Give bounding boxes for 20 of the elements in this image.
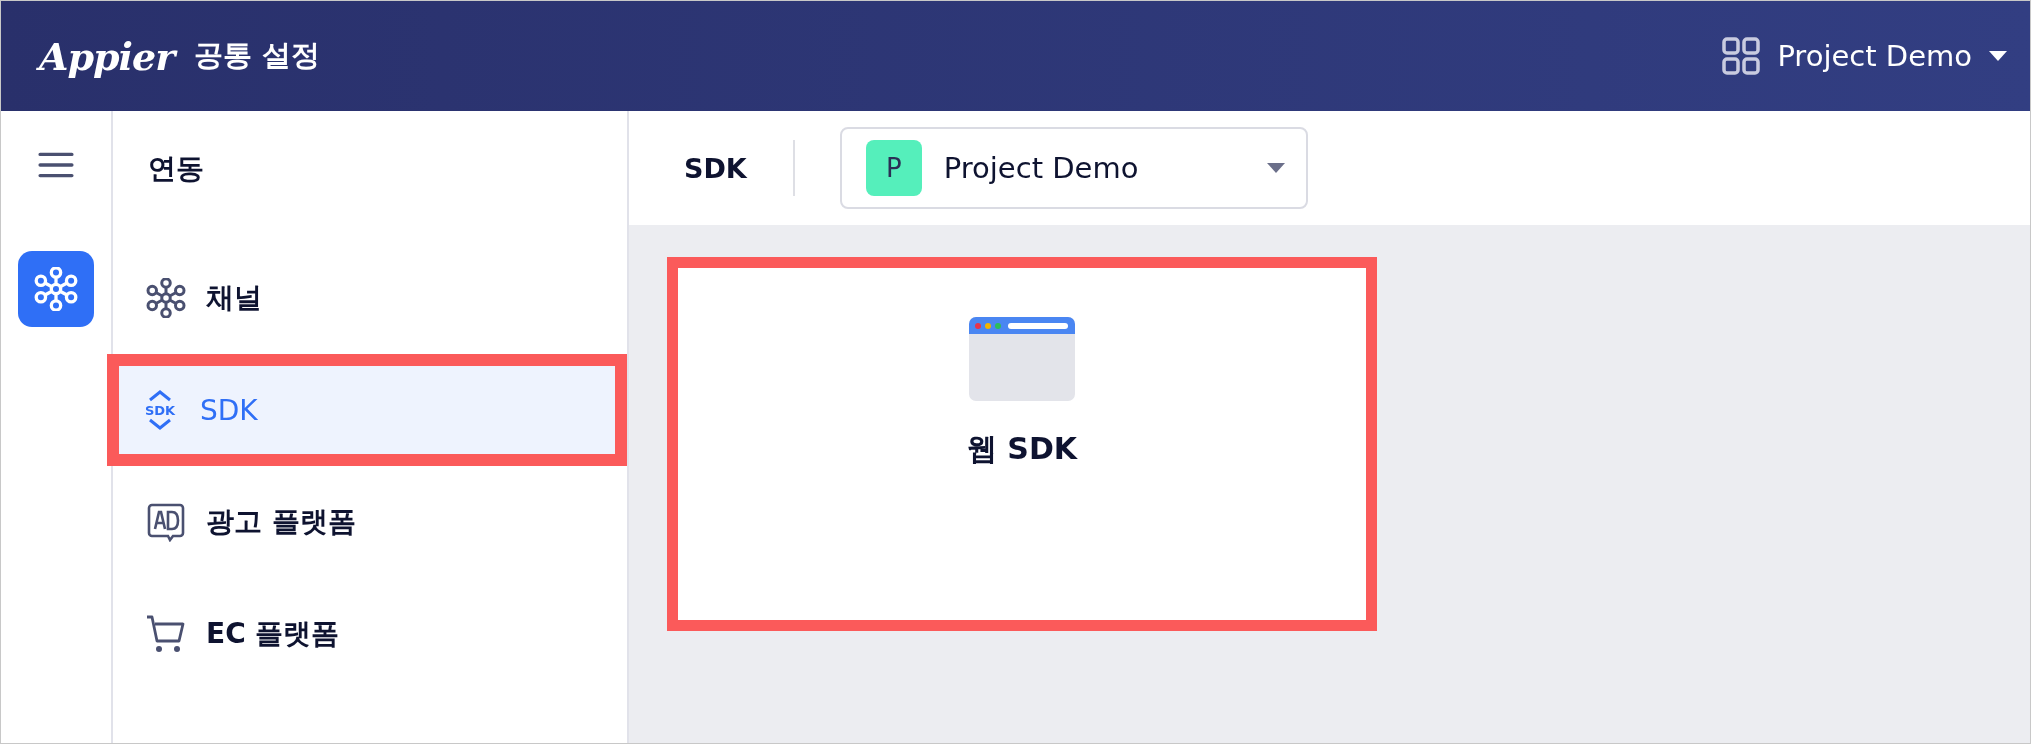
grid-icon xyxy=(1721,36,1762,76)
caret-icon xyxy=(1988,50,2008,62)
browser-window-icon xyxy=(969,317,1075,401)
app-title: 공통 설정 xyxy=(194,37,321,74)
caret-icon xyxy=(1265,162,1286,174)
sidebar-item[interactable]: SDK SDK xyxy=(107,354,627,466)
network-icon xyxy=(146,278,186,318)
ad-icon xyxy=(146,502,186,542)
project-avatar: P xyxy=(865,140,922,196)
page-title: SDK xyxy=(684,152,747,184)
project-menu[interactable]: Project Demo xyxy=(1721,36,2008,76)
card-title: 웹 SDK xyxy=(966,430,1078,468)
section-heading: 연동 xyxy=(147,151,205,187)
dropdown-value: Project Demo xyxy=(943,151,1140,185)
menu-icon[interactable] xyxy=(38,151,74,179)
project-dropdown[interactable]: P Project Demo xyxy=(839,127,1308,209)
channel-nav-button[interactable] xyxy=(18,251,94,327)
network-icon xyxy=(34,267,78,311)
cart-icon xyxy=(146,614,186,654)
sdk-card[interactable]: 웹 SDK xyxy=(667,257,1377,631)
